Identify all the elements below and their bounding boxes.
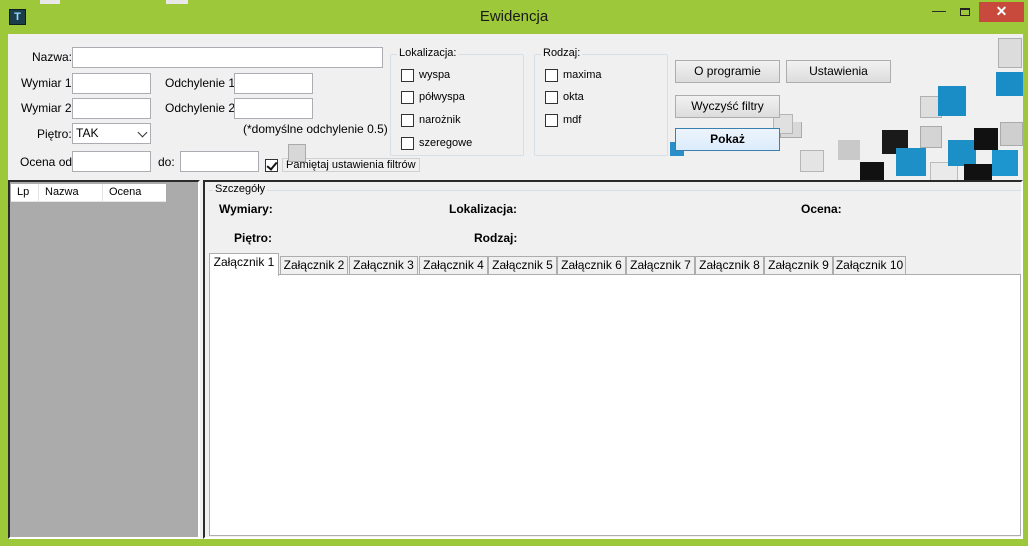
results-list[interactable]: Lp Nazwa Ocena: [8, 180, 200, 539]
banner-cube: [974, 128, 998, 150]
okta-label: okta: [563, 91, 584, 103]
wymiar1-input[interactable]: [72, 73, 151, 94]
ocena-od-input[interactable]: [72, 151, 151, 172]
mdf-checkbox[interactable]: [545, 114, 558, 127]
nazwa-label: Nazwa:: [32, 50, 73, 64]
banner-cube: [992, 150, 1018, 176]
banner-cube: [896, 148, 926, 176]
polwyspa-checkbox[interactable]: [401, 91, 414, 104]
banner-cube: [996, 72, 1023, 96]
wymiar2-input[interactable]: [72, 98, 151, 119]
tab-attachment-8[interactable]: Załącznik 8: [695, 256, 764, 275]
attachment-view[interactable]: [209, 274, 1021, 536]
wyspa-checkbox[interactable]: [401, 69, 414, 82]
rodzaj-group: Rodzaj: maxima okta mdf: [534, 47, 668, 156]
tab-attachment-10[interactable]: Załącznik 10: [833, 256, 906, 275]
maxima-checkbox[interactable]: [545, 69, 558, 82]
settings-button[interactable]: Ustawienia: [786, 60, 891, 83]
default-deviation-note: (*domyślne odchylenie 0.5): [243, 122, 388, 136]
pietro-label: Piętro:: [37, 127, 72, 141]
okta-checkbox[interactable]: [545, 91, 558, 104]
column-header-lp[interactable]: Lp: [11, 184, 39, 202]
tab-attachment-6[interactable]: Załącznik 6: [557, 256, 626, 275]
szeregowe-label: szeregowe: [419, 137, 473, 149]
do-input[interactable]: [180, 151, 259, 172]
column-header-ocena[interactable]: Ocena: [103, 184, 166, 202]
pietro-select[interactable]: TAK: [72, 123, 151, 144]
naroznik-checkbox[interactable]: [401, 114, 414, 127]
wymiary-label: Wymiary:: [219, 202, 273, 216]
nazwa-input[interactable]: [72, 47, 383, 68]
naroznik-label: narożnik: [419, 114, 461, 126]
close-button[interactable]: ✕: [979, 2, 1024, 22]
do-label: do:: [158, 155, 175, 169]
remember-filters-checkbox[interactable]: [265, 159, 278, 172]
title-bar[interactable]: T Ewidencja — ✕: [0, 0, 1028, 34]
tab-attachment-5[interactable]: Załącznik 5: [488, 256, 557, 275]
details-divider: [209, 190, 1021, 191]
maxima-label: maxima: [563, 69, 602, 81]
banner-cube: [948, 140, 976, 166]
banner-cube: [938, 86, 966, 116]
lokalizacja-label: Lokalizacja:: [449, 202, 518, 216]
odchylenie2-input[interactable]: [234, 98, 313, 119]
minimize-button[interactable]: —: [926, 2, 952, 22]
taskbar-strip: [166, 0, 188, 4]
details-title: Szczegóły: [213, 183, 268, 195]
maximize-icon: [960, 8, 970, 16]
banner-cube: [920, 126, 942, 148]
tab-attachment-7[interactable]: Załącznik 7: [626, 256, 695, 275]
about-button[interactable]: O programie: [675, 60, 780, 83]
maximize-button[interactable]: [952, 2, 978, 22]
details-panel: Szczegóły Wymiary: Lokalizacja: Ocena: P…: [203, 180, 1023, 539]
clear-filters-button[interactable]: Wyczyść filtry: [675, 95, 780, 118]
banner-cube: [800, 150, 824, 172]
show-button[interactable]: Pokaż: [675, 128, 780, 151]
rodzaj-label: Rodzaj:: [474, 231, 518, 245]
ocena-od-label: Ocena od:: [20, 155, 76, 169]
banner-cube: [998, 38, 1022, 68]
odchylenie2-label: Odchylenie 2:: [165, 101, 239, 115]
window-title: Ewidencja: [479, 8, 549, 25]
wymiar2-label: Wymiar 2:: [21, 101, 75, 115]
banner-cube: [860, 162, 884, 180]
chevron-down-icon: [137, 127, 148, 138]
tab-attachment-1[interactable]: Załącznik 1: [209, 253, 279, 276]
tab-attachment-3[interactable]: Załącznik 3: [349, 256, 418, 275]
rodzaj-group-title: Rodzaj:: [541, 47, 583, 59]
app-window: T Ewidencja — ✕ Nazwa: Wymiar 1: Odchyle…: [0, 0, 1028, 546]
odchylenie1-input[interactable]: [234, 73, 313, 94]
pietro-value: TAK: [76, 126, 99, 140]
mdf-label: mdf: [563, 114, 582, 126]
column-header-nazwa[interactable]: Nazwa: [39, 184, 103, 202]
lokalizacja-group-title: Lokalizacja:: [397, 47, 459, 59]
banner-cube: [1000, 122, 1023, 146]
taskbar-strip: [40, 0, 60, 4]
banner-cube: [964, 164, 992, 180]
wymiar1-label: Wymiar 1:: [21, 76, 75, 90]
client-area: Nazwa: Wymiar 1: Odchylenie 1: Wymiar 2:…: [8, 34, 1023, 539]
pietro-detail-label: Piętro:: [234, 231, 273, 245]
banner-cube: [838, 140, 860, 160]
tab-attachment-2[interactable]: Załącznik 2: [280, 256, 348, 275]
polwyspa-label: półwyspa: [419, 91, 465, 103]
szeregowe-checkbox[interactable]: [401, 137, 414, 150]
ocena-label: Ocena:: [801, 202, 842, 216]
wyspa-label: wyspa: [419, 69, 451, 81]
list-header: Lp Nazwa Ocena: [11, 184, 166, 202]
banner-cube: [288, 144, 306, 162]
odchylenie1-label: Odchylenie 1:: [165, 76, 239, 90]
tab-attachment-9[interactable]: Załącznik 9: [764, 256, 833, 275]
tab-attachment-4[interactable]: Załącznik 4: [419, 256, 488, 275]
lokalizacja-group: Lokalizacja: wyspa półwyspa narożnik sze…: [390, 47, 524, 156]
